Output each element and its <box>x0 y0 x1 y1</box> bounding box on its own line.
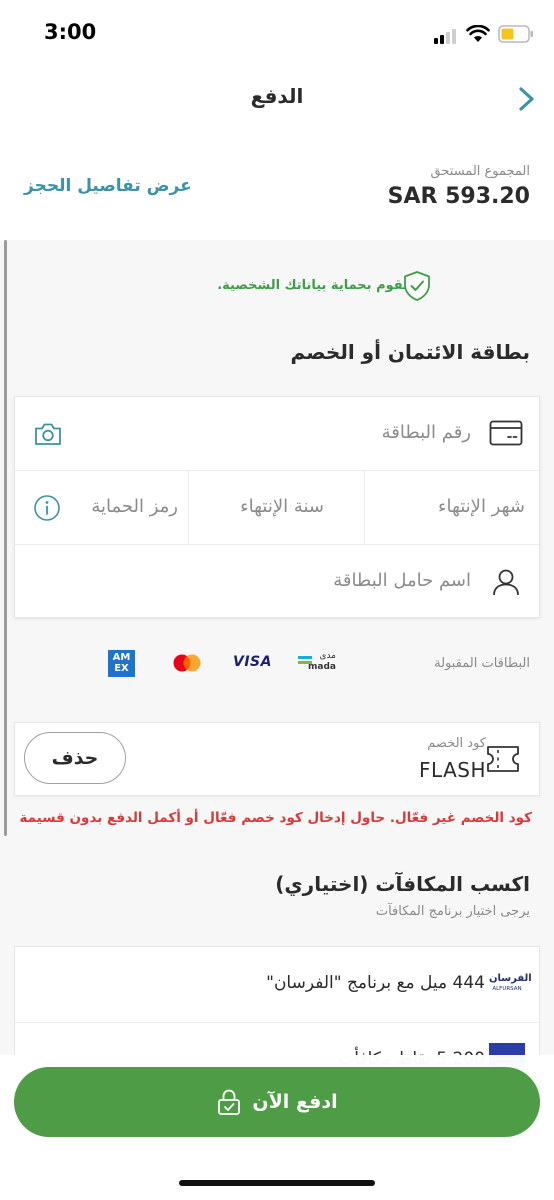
battery-icon <box>498 25 533 43</box>
rewards-subtitle: يرجى اختيار برنامج المكافآت <box>375 904 530 919</box>
scroll-indicator[interactable] <box>4 240 7 836</box>
info-icon[interactable] <box>33 494 61 522</box>
view-booking-details-link[interactable]: عرض تفاصيل الحجز <box>24 176 192 196</box>
cellular-signal-icon <box>434 28 458 44</box>
status-bar: 3:00 <box>0 0 554 66</box>
pay-now-button[interactable]: ادفع الآن <box>14 1067 540 1137</box>
home-indicator[interactable] <box>179 1180 375 1186</box>
mastercard-logo-icon <box>173 654 201 672</box>
mada-logo-en: mada <box>308 662 336 672</box>
total-due-value: SAR 593.20 <box>387 184 530 209</box>
card-section-title: بطاقة الائتمان أو الخصم <box>290 340 530 364</box>
expiry-year-field[interactable]: سنة الإنتهاء <box>188 471 364 544</box>
pay-now-label: ادفع الآن <box>252 1091 338 1113</box>
visa-logo: VISA <box>233 654 272 670</box>
rewards-title: اكسب المكافآت (اختياري) <box>275 872 530 896</box>
expiry-year-input[interactable]: سنة الإنتهاء <box>240 496 324 517</box>
cvv-input[interactable]: رمز الحماية <box>91 496 178 517</box>
user-icon <box>493 569 519 596</box>
remove-discount-button[interactable]: حذف <box>24 732 126 784</box>
shield-check-icon <box>404 271 430 301</box>
amex-logo: AM EX <box>108 650 135 677</box>
discount-error-message: كود الخصم غير فعّال. حاول إدخال كود خصم … <box>19 810 533 826</box>
expiry-month-input[interactable]: شهر الإنتهاء <box>438 496 525 517</box>
alfursan-logo-ar: الفرسان <box>489 973 532 984</box>
mada-logo-ar: مدى <box>319 651 336 661</box>
amex-logo-line1: AM <box>112 652 131 663</box>
total-due-label: المجموع المستحق <box>430 164 530 179</box>
expiry-cvv-row: شهر الإنتهاء سنة الإنتهاء رمز الحماية <box>15 471 539 545</box>
accepted-cards-label: البطاقات المقبولة <box>434 656 530 671</box>
reward-option-alfursan[interactable]: الفرسان ALFURSAN 444 ميل مع برنامج "الفر… <box>15 947 539 1023</box>
mada-logo: مدى mada <box>298 651 338 674</box>
reward-option-text: 444 ميل مع برنامج "الفرسان" <box>266 973 485 993</box>
cardholder-name-input[interactable]: اسم حامل البطاقة <box>333 570 471 591</box>
secure-lock-icon <box>218 1089 241 1115</box>
cardholder-row[interactable]: اسم حامل البطاقة <box>15 545 539 619</box>
page-title: الدفع <box>250 84 304 108</box>
discount-code-value[interactable]: FLASH <box>419 758 486 782</box>
camera-icon[interactable] <box>33 421 63 447</box>
alfursan-logo-en: ALFURSAN <box>492 986 522 992</box>
amex-logo-line2: EX <box>114 663 129 674</box>
card-number-row[interactable]: رقم البطاقة <box>15 397 539 471</box>
back-chevron-icon[interactable] <box>512 84 542 114</box>
discount-code-label: كود الخصم <box>427 736 486 751</box>
wifi-icon <box>466 25 490 42</box>
card-number-input[interactable]: رقم البطاقة <box>382 422 471 443</box>
card-form: رقم البطاقة شهر الإنتهاء سنة الإنتهاء رم… <box>14 396 540 618</box>
ticket-icon <box>487 746 519 772</box>
credit-card-icon <box>489 420 523 446</box>
cvv-field[interactable]: رمز الحماية <box>15 471 190 544</box>
data-protection-text: نقوم بحماية بياناتك الشخصية. <box>217 278 408 293</box>
status-time: 3:00 <box>44 20 97 44</box>
alfursan-logo: الفرسان ALFURSAN <box>489 973 532 993</box>
expiry-month-field[interactable]: شهر الإنتهاء <box>364 471 539 544</box>
